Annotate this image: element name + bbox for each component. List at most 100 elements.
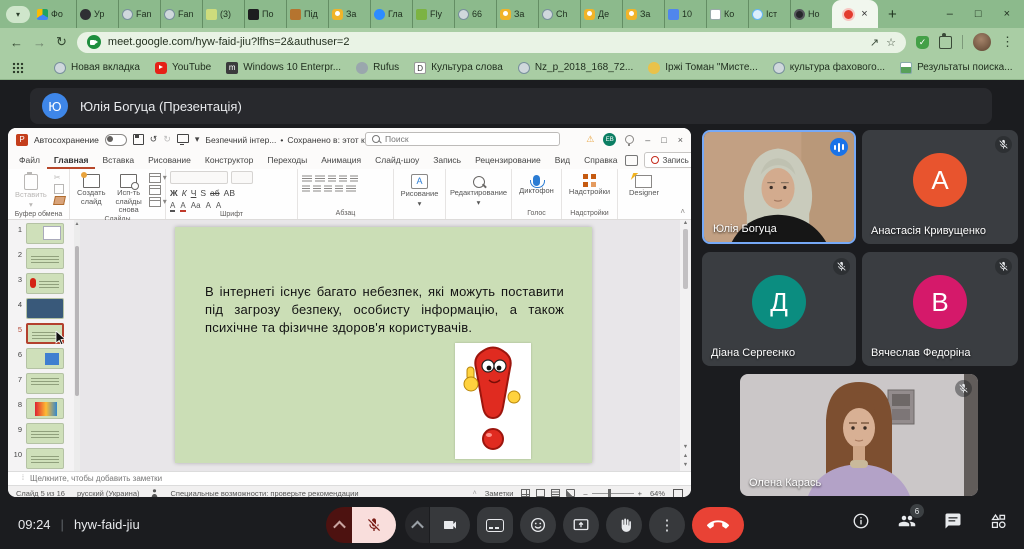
strikethrough-button[interactable]: аб <box>210 188 220 198</box>
slideshow-icon[interactable] <box>177 134 189 143</box>
bookmark[interactable]: Новая вкладка <box>54 62 140 74</box>
bookmark-star-icon[interactable]: ☆ <box>886 36 896 49</box>
captions-button[interactable] <box>477 507 513 543</box>
notes-toggle-icon[interactable]: ˄ <box>473 490 477 497</box>
tab-draw[interactable]: Рисование <box>141 151 198 169</box>
accessibility-status[interactable]: Специальные возможности: проверьте реком… <box>170 489 358 498</box>
columns-icon[interactable] <box>346 184 356 192</box>
drawing-button[interactable]: A Рисование ▾ <box>398 171 442 209</box>
url-text[interactable]: meet.google.com/hyw-faid-jiu?lfhs=2&auth… <box>108 36 863 48</box>
notes-bar[interactable]: ⁞ Щелкните, чтобы добавить заметки <box>8 471 691 485</box>
tab-insert[interactable]: Вставка <box>95 151 141 169</box>
bookmark[interactable]: Результаты поиска... <box>900 62 1013 74</box>
copy-icon[interactable] <box>54 184 64 194</box>
tab-animations[interactable]: Анимация <box>314 151 368 169</box>
browser-tab[interactable]: 66 <box>454 0 496 28</box>
scrollbar-thumb[interactable] <box>75 246 79 396</box>
reset-icon[interactable] <box>149 185 167 195</box>
bookmark[interactable]: YouTube <box>155 62 211 74</box>
browser-tab[interactable]: За <box>622 0 664 28</box>
thumbnail-row[interactable]: 3 <box>12 273 80 298</box>
chat-button[interactable] <box>944 512 962 530</box>
browser-tab[interactable]: Fan <box>118 0 160 28</box>
end-call-button[interactable] <box>692 507 744 543</box>
browser-tab-active[interactable]: × <box>832 0 878 28</box>
info-button[interactable] <box>852 512 870 530</box>
bookmark[interactable]: культура фахового... <box>773 62 885 74</box>
profile-avatar[interactable] <box>973 33 991 51</box>
participant-tile[interactable]: Д Діана Сергеєнко <box>702 252 856 366</box>
qat-dropdown-icon[interactable]: ▾ <box>195 134 200 145</box>
browser-tab[interactable]: Де <box>580 0 622 28</box>
bookmark[interactable]: DКультура слова <box>414 62 503 74</box>
notes-handle-icon[interactable]: ⁞ <box>22 475 24 482</box>
language-status[interactable]: русский (Украина) <box>77 489 140 498</box>
adblock-extension-icon[interactable]: ✓ <box>916 36 929 49</box>
tab-file[interactable]: Файл <box>12 151 47 169</box>
tab-record[interactable]: Запись <box>426 151 468 169</box>
font-color-button[interactable]: А <box>180 201 185 210</box>
lightbulb-icon[interactable] <box>625 135 634 144</box>
more-options-button[interactable]: ⋮ <box>649 507 685 543</box>
undo-icon[interactable]: ↺ <box>150 134 158 145</box>
browser-tab[interactable]: По <box>244 0 286 28</box>
previous-slide-icon[interactable]: ▲ <box>683 453 688 459</box>
camera-button[interactable] <box>429 507 470 543</box>
scroll-up-icon[interactable]: ▲ <box>683 220 688 226</box>
slide-scrollbar[interactable]: ▲ ▼ ▲ ▼ <box>680 220 691 471</box>
scrollbar-thumb[interactable] <box>683 229 688 289</box>
editing-button[interactable]: Редактирование ▾ <box>447 171 510 208</box>
forward-button[interactable]: → <box>33 35 46 50</box>
thumbnail-row[interactable]: 9 <box>12 423 80 448</box>
zoom-out-icon[interactable]: – <box>583 489 587 498</box>
zoom-in-icon[interactable]: + <box>638 489 642 498</box>
thumbnail-row[interactable]: 6 <box>12 348 80 373</box>
tab-home[interactable]: Главная <box>47 151 96 169</box>
collapse-ribbon-icon[interactable]: ˄ <box>680 169 691 219</box>
dictate-button[interactable]: Диктофон <box>516 171 557 197</box>
browser-tab[interactable]: Ch <box>538 0 580 28</box>
comments-icon[interactable] <box>625 155 638 166</box>
zoom-knob[interactable] <box>608 489 611 497</box>
ppt-minimize[interactable]: – <box>645 135 650 145</box>
autosave-toggle[interactable] <box>105 134 127 146</box>
numbering-icon[interactable] <box>315 174 325 182</box>
tab-design[interactable]: Конструктор <box>198 151 260 169</box>
present-button[interactable] <box>563 507 599 543</box>
activities-button[interactable] <box>989 512 1008 530</box>
text-shadow-button[interactable]: S <box>200 188 206 198</box>
next-slide-icon[interactable]: ▼ <box>683 462 688 468</box>
apps-grid-icon[interactable] <box>12 62 24 74</box>
bookmark[interactable]: mWindows 10 Enterpr... <box>226 62 341 74</box>
thumbnail-row[interactable]: 7 <box>12 373 80 398</box>
zoom-slider[interactable] <box>592 493 634 494</box>
bold-button[interactable]: Ж <box>170 188 178 198</box>
address-bar[interactable]: meet.google.com/hyw-faid-jiu?lfhs=2&auth… <box>77 32 906 53</box>
participant-tile-speaking[interactable]: Юлія Богуца <box>702 130 856 244</box>
notes-placeholder[interactable]: Щелкните, чтобы добавить заметки <box>30 474 162 483</box>
paste-button[interactable]: Вставить ▾ <box>12 171 50 210</box>
tab-search-button[interactable]: ▾ <box>6 6 30 23</box>
cut-icon[interactable]: ✂ <box>54 173 65 182</box>
close-button[interactable]: × <box>1004 8 1010 20</box>
participant-tile[interactable]: Олена Карась <box>740 374 978 496</box>
people-button[interactable]: 6 <box>897 512 917 530</box>
tab-help[interactable]: Справка <box>577 151 624 169</box>
thumbnail-row[interactable]: 10 <box>12 448 80 473</box>
bookmark[interactable]: Rufus <box>356 62 399 74</box>
addins-button[interactable]: Надстройки <box>566 171 613 198</box>
participant-tile[interactable]: А Анастасія Кривущенко <box>862 130 1018 244</box>
reading-view-icon[interactable] <box>551 489 560 497</box>
participant-tile[interactable]: В Вячеслав Федоріна <box>862 252 1018 366</box>
browser-tab[interactable]: За <box>328 0 370 28</box>
browser-tab[interactable]: Но <box>790 0 832 28</box>
ppt-search-box[interactable]: Поиск <box>365 132 560 146</box>
close-tab-icon[interactable]: × <box>861 8 867 20</box>
browser-tab[interactable]: Фо <box>34 0 76 28</box>
font-size-box[interactable] <box>231 171 253 184</box>
browser-tab[interactable]: 10 <box>664 0 706 28</box>
fit-slide-icon[interactable] <box>673 489 683 498</box>
shrink-font-button[interactable]: А <box>216 201 221 210</box>
minimize-button[interactable]: – <box>947 8 953 20</box>
sorter-view-icon[interactable] <box>536 489 545 497</box>
